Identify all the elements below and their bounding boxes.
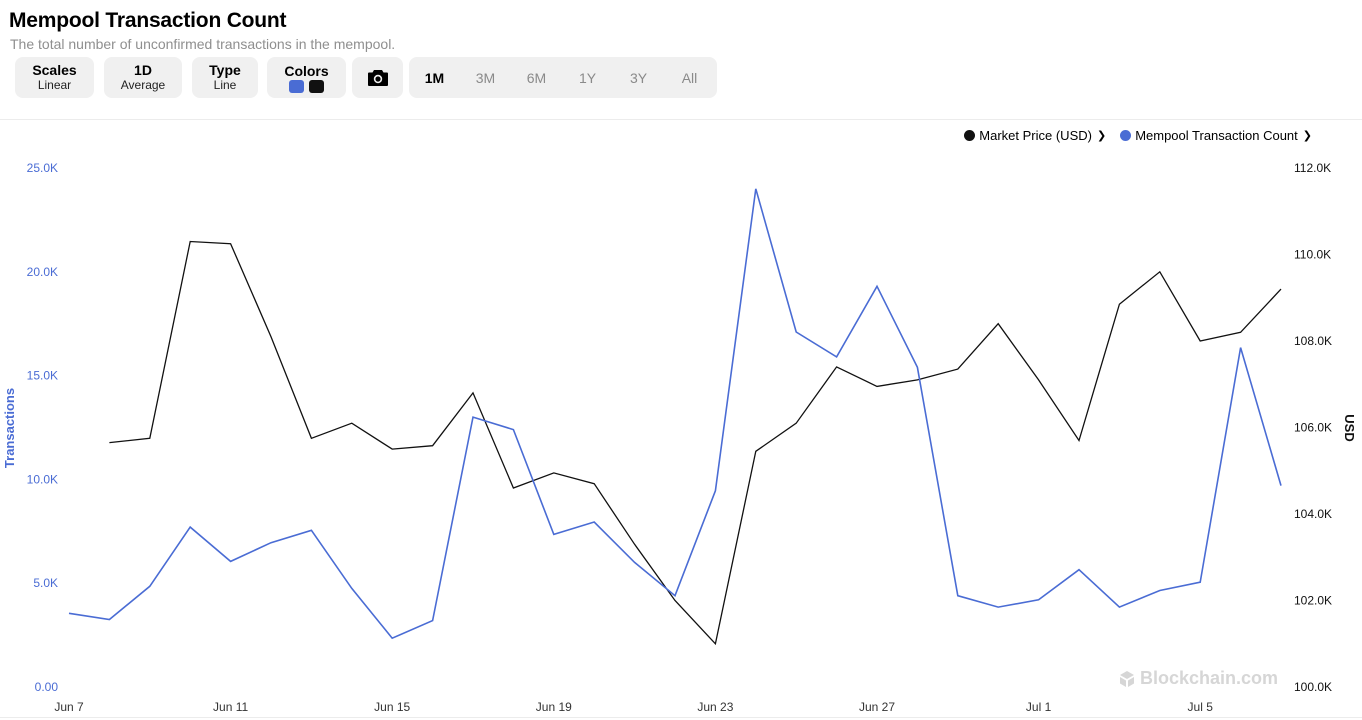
series-line-mempool-count (68, 188, 1282, 640)
y-right-tick-label: 106.0K (1294, 421, 1332, 435)
y-left-tick-label: 20.0K (27, 265, 58, 279)
series-line-market-price (109, 240, 1282, 646)
y-right-tick-label: 110.0K (1294, 248, 1331, 262)
blockchain-logo-icon (1120, 670, 1134, 687)
x-tick-label: Jul 5 (1188, 700, 1214, 714)
y-left-tick-label: 15.0K (27, 369, 58, 383)
y-right-tick-label: 108.0K (1294, 334, 1332, 348)
y-left-tick-label: 10.0K (27, 472, 58, 486)
y-right-tick-label: 100.0K (1294, 680, 1332, 694)
y-left-tick-label: 0.00 (35, 680, 59, 694)
y-left-tick-label: 5.0K (33, 576, 58, 590)
x-tick-label: Jun 7 (54, 700, 84, 714)
y-right-tick-label: 104.0K (1294, 507, 1332, 521)
x-tick-label: Jun 27 (859, 700, 895, 714)
x-tick-label: Jun 15 (374, 700, 410, 714)
watermark-text: Blockchain.com (1140, 668, 1279, 688)
chart-plot: 0.00 5.0K 10.0K 15.0K 20.0K 25.0K 100.0K 102.0K… (2, 161, 1357, 714)
watermark: Blockchain.com (1118, 668, 1278, 689)
x-tick-label: Jul 1 (1026, 700, 1052, 714)
footer-divider (0, 717, 1362, 718)
x-tick-label: Jun 23 (697, 700, 733, 714)
y-left-axis-title: Transactions (2, 388, 17, 468)
x-tick-label: Jun 11 (213, 700, 248, 714)
y-right-tick-label: 102.0K (1294, 594, 1332, 608)
y-left-tick-label: 25.0K (27, 161, 58, 175)
y-right-tick-label: 112.0K (1294, 161, 1331, 175)
y-right-axis-title: USD (1342, 414, 1357, 441)
x-tick-label: Jun 19 (536, 700, 572, 714)
